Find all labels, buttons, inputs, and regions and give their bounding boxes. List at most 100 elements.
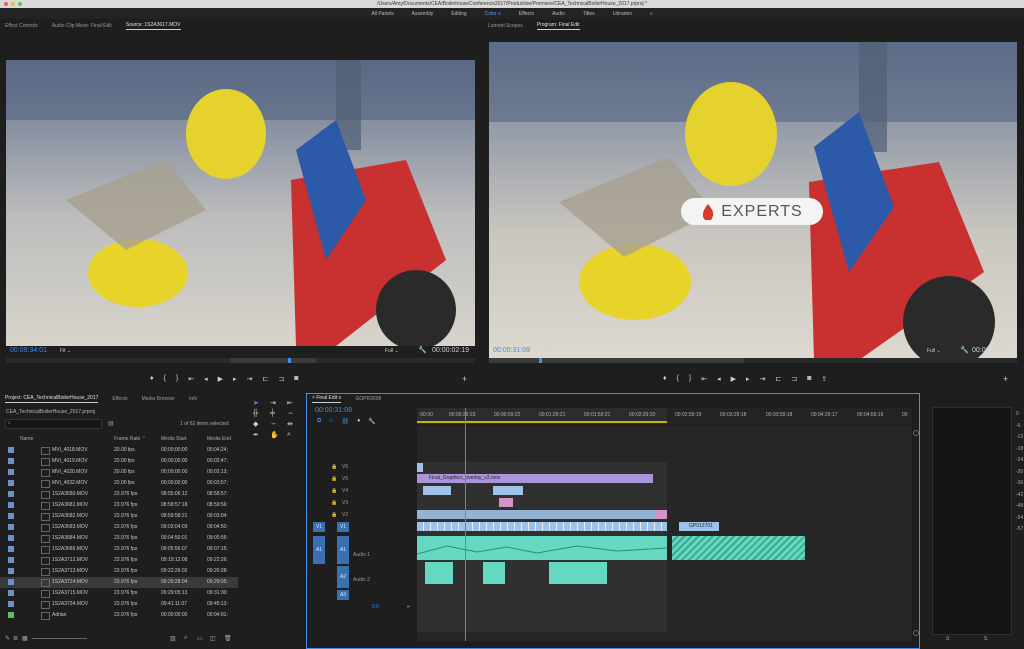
program-add-marker-icon[interactable]: ♦ (663, 375, 667, 385)
add-marker-icon[interactable]: ♦ (150, 375, 154, 385)
program-play-icon[interactable]: ▶ (731, 375, 736, 385)
add-marker-timeline-icon[interactable]: ♦ (357, 418, 360, 425)
clip-a1[interactable] (416, 536, 668, 560)
program-fit-dropdown[interactable]: Fit ⌄ (541, 348, 552, 354)
program-add-button[interactable]: + (1003, 374, 1008, 384)
clip-a1-disabled[interactable] (672, 536, 805, 560)
clip-v1-end[interactable]: GP013701 (679, 522, 719, 531)
rate-stretch-tool-icon[interactable]: ⇔ (287, 410, 301, 417)
tab-info[interactable]: Info (189, 396, 197, 402)
project-search-input[interactable]: ⌕ (5, 419, 102, 429)
ripple-edit-tool-icon[interactable]: ╬ (253, 410, 267, 417)
list-item[interactable]: 1S2A3734.MOV 23.976 fps 09:41:11:07 09:45:1… (0, 599, 238, 610)
track-target-a1[interactable]: A1 (337, 536, 349, 564)
program-timecode[interactable]: 00:00:31:09 (493, 347, 530, 354)
nest-toggle-icon[interactable]: ⧉ (317, 418, 321, 425)
list-item[interactable]: Adrian 23.976 fps 00:00:00:00 00:04:01: (0, 610, 238, 621)
list-item[interactable]: 1S2A3683.MOV 23.976 fps 09:03:04:03 09:04:5… (0, 522, 238, 533)
step-forward-icon[interactable]: ▸ (233, 375, 237, 385)
workspace-color[interactable]: Color ≡ (485, 11, 501, 17)
track-select-tool-icon[interactable]: ⇥ (270, 399, 284, 407)
source-fit-dropdown[interactable]: Fit ⌄ (60, 348, 71, 354)
program-video-frame[interactable]: EXPERTS (489, 42, 1017, 360)
master-goto-icon[interactable]: ⇤ (407, 604, 411, 610)
write-lock-icon[interactable]: ✎ (5, 635, 10, 642)
tab-program[interactable]: Program: Final Edit (537, 22, 580, 30)
workspace-assembly[interactable]: Assembly (412, 11, 434, 17)
list-item[interactable]: 1S2A3681.MOV 23.976 fps 08:58:57:18 08:59:5… (0, 500, 238, 511)
play-icon[interactable]: ▶ (218, 375, 223, 385)
workspace-overflow-button[interactable]: » (650, 11, 653, 17)
list-item[interactable]: 1S2A3684.MOV 23.976 fps 09:04:50:01 09:05:5… (0, 533, 238, 544)
new-bin-icon[interactable]: ▭ (197, 635, 203, 642)
tab-effects[interactable]: Effects (112, 396, 127, 402)
icon-view-icon[interactable]: ▦ (22, 635, 28, 642)
clip-v1[interactable] (417, 522, 667, 531)
go-to-out-icon[interactable]: ⇥ (247, 375, 253, 385)
workspace-effects[interactable]: Effects (519, 11, 534, 17)
col-frame-rate[interactable]: Frame Rate ⌃ (114, 436, 146, 442)
tab-gopr3698[interactable]: GOPR3698 (355, 396, 381, 402)
list-item[interactable]: MVI_4020.MOV 20.00 fps 00;00;00;00 00;02;13… (0, 467, 238, 478)
trash-icon[interactable]: 🗑 (224, 635, 232, 642)
extract-icon[interactable]: ⊐ (791, 375, 797, 385)
lock-icon[interactable]: 🔒 (331, 500, 337, 506)
timeline-playhead[interactable] (465, 408, 466, 641)
solo-right-button[interactable]: S (984, 636, 987, 642)
col-name[interactable]: Name (20, 436, 33, 442)
share-icon[interactable]: ⇪ (821, 375, 827, 385)
source-add-button[interactable]: + (462, 374, 467, 384)
program-mark-in-icon[interactable]: { (677, 375, 679, 385)
clip-v5-graphics[interactable]: Final_Graphics_overlay_v3.mov (417, 474, 653, 483)
clip-v2-pink[interactable] (656, 510, 667, 519)
step-back-icon[interactable]: ◂ (204, 375, 208, 385)
track-target-a3[interactable]: A3 (337, 590, 349, 600)
timeline-timecode[interactable]: 00:00:31:09 (315, 407, 352, 414)
workspace-titles[interactable]: Titles (583, 11, 595, 17)
source-video-frame[interactable] (6, 60, 475, 346)
new-bin-from-search-icon[interactable]: ▤ (108, 420, 114, 427)
list-item[interactable]: 1S2A3713.MOV 23.976 fps 09:22:26:02 09:26:2… (0, 566, 238, 577)
source-patch-v1[interactable]: V1 (313, 522, 325, 532)
automate-to-sequence-icon[interactable]: ▥ (170, 635, 176, 642)
tab-final-edit[interactable]: × Final Edit ≡ (312, 395, 341, 403)
list-item[interactable]: 1S2A3682.MOV 23.976 fps 08:59:58:21 09:03:0… (0, 511, 238, 522)
slide-tool-icon[interactable]: ⇹ (287, 420, 301, 428)
mark-in-icon[interactable]: { (164, 375, 166, 385)
list-item[interactable]: MVI_4019.MOV 20.00 fps 00;00;00;00 00;02;47… (0, 456, 238, 467)
timeline-settings-icon[interactable]: 🔧 (368, 418, 375, 425)
track-target-a2[interactable]: A2 (337, 566, 349, 588)
pen-tool-icon[interactable]: ✒ (253, 431, 267, 439)
clip-v2[interactable] (417, 510, 667, 519)
time-ruler[interactable]: :00:00 00:00:29:23 00:00:59:22 00:01:29:… (417, 408, 912, 424)
col-media-end[interactable]: Media End (207, 436, 231, 442)
program-settings-wrench-icon[interactable]: 🔧 (960, 346, 969, 354)
source-patch-a1[interactable]: A1 (313, 536, 325, 564)
clip-v4[interactable] (423, 486, 451, 495)
rolling-edit-tool-icon[interactable]: ╪ (270, 410, 284, 417)
overwrite-icon[interactable]: ⊐ (278, 375, 284, 385)
solo-left-button[interactable]: S (946, 636, 949, 642)
insert-icon[interactable]: ⊏ (262, 375, 268, 385)
program-go-to-in-icon[interactable]: ⇤ (701, 375, 707, 385)
list-item[interactable]: 1S2A3715.MOV 23.976 fps 09:29:05:13 09:31:3… (0, 588, 238, 599)
lock-icon[interactable]: 🔒 (331, 488, 337, 494)
tab-project[interactable]: Project: CEA_TechnicalBoilerHouse_2017 (5, 395, 98, 403)
source-quality-dropdown[interactable]: Full ⌄ (385, 348, 399, 354)
clip-v6[interactable] (417, 463, 423, 472)
export-frame-icon[interactable]: ◙ (294, 375, 298, 385)
list-item-selected[interactable]: 1S2A3714.MOV 23.976 fps 09:26:28:04 09:29:0… (0, 577, 238, 588)
tab-source[interactable]: Source: 1S2A3617.MOV (126, 22, 181, 30)
tab-media-browser[interactable]: Media Browser (142, 396, 175, 402)
track-area[interactable]: Final_Graphics_overlay_v3.mov GP013701 (416, 408, 912, 641)
clip-a2[interactable] (425, 562, 453, 584)
clip-a2[interactable] (483, 562, 505, 584)
mark-out-icon[interactable]: } (176, 375, 178, 385)
hand-tool-icon[interactable]: ✋ (270, 431, 284, 439)
source-timecode[interactable]: 00:09:34:01 (10, 347, 47, 354)
list-item[interactable]: 1S2A3685.MOV 23.976 fps 09:05:56:07 09:07:1… (0, 544, 238, 555)
tab-effect-controls[interactable]: Effect Controls (5, 23, 38, 29)
zoom-slider[interactable] (32, 638, 87, 639)
workspace-audio[interactable]: Audio (552, 11, 565, 17)
razor-tool-icon[interactable]: ◆ (253, 420, 267, 428)
